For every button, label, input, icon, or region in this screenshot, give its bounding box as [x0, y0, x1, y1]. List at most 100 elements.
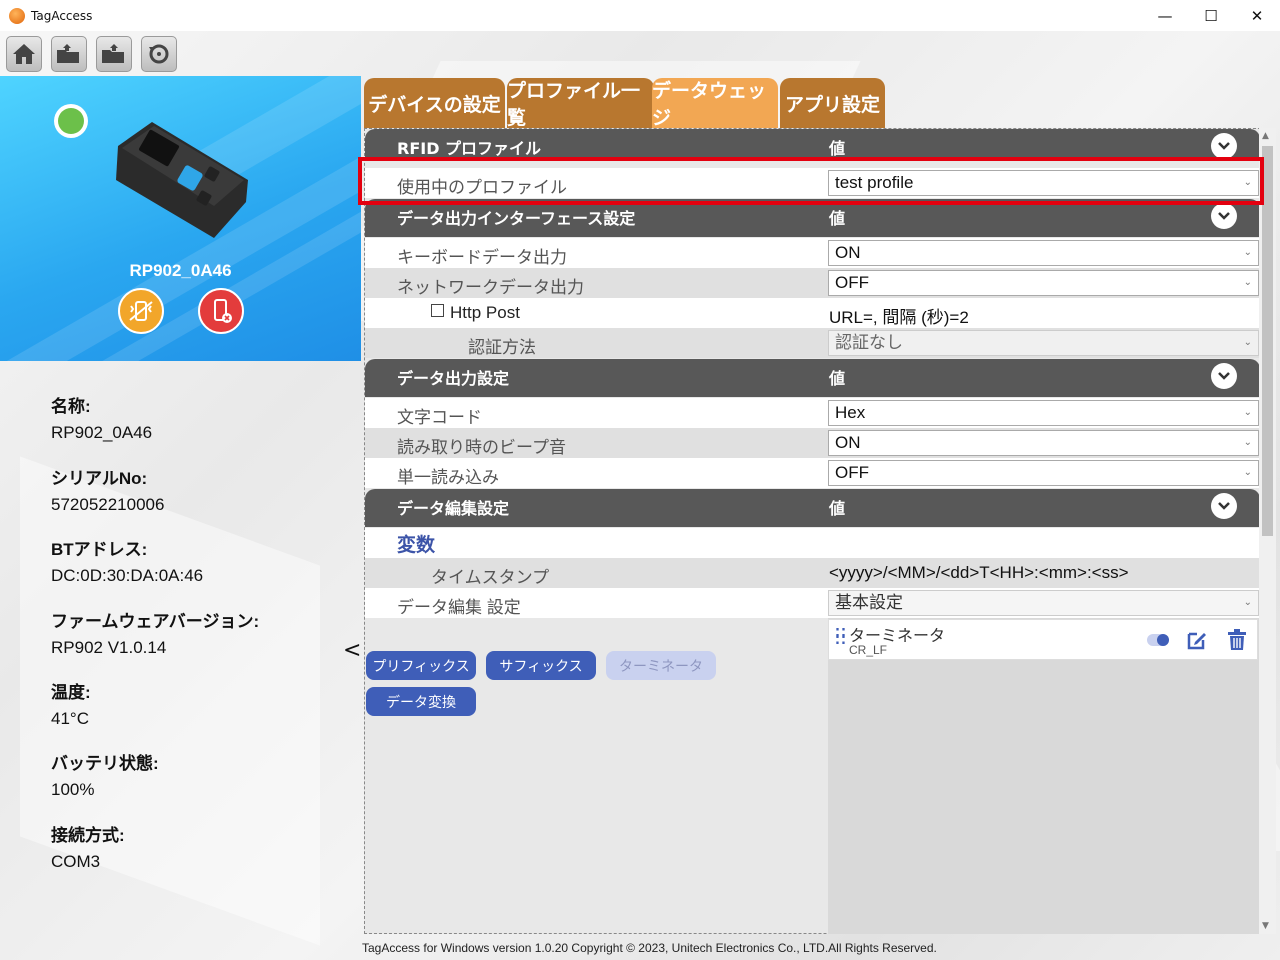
section-value-header: 値	[829, 139, 846, 158]
tab-device-settings[interactable]: デバイスの設定	[364, 78, 505, 128]
row-http-post: Http Post URL=, 間隔 (秒)=2	[365, 298, 1260, 328]
chevron-down-icon	[1218, 372, 1230, 380]
info-firmware: ファームウェアバージョン: RP902 V1.0.14	[51, 607, 259, 658]
row-keyboard-output: キーボードデータ出力 ON ⌄	[365, 238, 1260, 268]
save-folder-button[interactable]	[96, 36, 132, 72]
http-post-summary: URL=, 間隔 (秒)=2	[829, 308, 969, 327]
tab-profile-list[interactable]: プロファイル一覧	[507, 78, 654, 129]
rfid-reader-device-image	[116, 122, 248, 238]
info-label: 接続方式:	[51, 826, 125, 845]
chevron-down-icon	[1218, 502, 1230, 510]
section-title: データ出力設定	[397, 369, 510, 388]
info-temperature: 温度: 41°C	[51, 678, 91, 729]
row-label: タイムスタンプ	[431, 568, 550, 587]
auth-method-select[interactable]: 認証なし ⌄	[828, 330, 1259, 356]
status-dot-fill	[58, 108, 84, 134]
row-single-read: 単一読み込み OFF ⌄	[365, 458, 1260, 488]
terminator-button[interactable]: ターミネータ	[606, 651, 716, 680]
section-value-header: 値	[829, 209, 846, 228]
section-value-header: 値	[829, 499, 846, 518]
app-logo-icon	[9, 7, 25, 24]
highlight-box	[358, 157, 1264, 205]
folder-open-icon	[57, 44, 79, 63]
scroll-down-icon[interactable]: ▼	[1262, 921, 1269, 931]
vertical-scrollbar[interactable]: ▲ ▼	[1259, 128, 1276, 934]
row-label: ネットワークデータ出力	[397, 278, 584, 297]
select-value: 認証なし	[835, 333, 903, 352]
dropdown-caret-icon: ⌄	[1243, 437, 1252, 448]
chevron-down-icon	[1218, 212, 1230, 220]
select-value: ON	[835, 433, 861, 452]
keyboard-output-select[interactable]: ON ⌄	[828, 240, 1259, 266]
tab-app-settings[interactable]: アプリ設定	[780, 78, 885, 128]
variables-title: 変数	[397, 534, 436, 556]
network-output-select[interactable]: OFF ⌄	[828, 270, 1259, 296]
row-edit-setting: データ編集 設定 基本設定 ⌄	[365, 588, 1260, 618]
row-label: Http Post	[450, 303, 520, 322]
maximize-button[interactable]: ☐	[1188, 0, 1234, 31]
title-bar: TagAccess — ☐ ✕	[0, 0, 1280, 31]
vibrate-button[interactable]	[118, 288, 164, 334]
collapse-sidebar-button[interactable]: <	[343, 638, 361, 663]
data-convert-button[interactable]: データ変換	[366, 687, 476, 716]
tab-data-wedge[interactable]: データウェッジ	[652, 78, 778, 129]
close-button[interactable]: ✕	[1234, 0, 1280, 31]
section-data-edit: データ編集設定 値	[365, 489, 1260, 527]
beep-select[interactable]: ON ⌄	[828, 430, 1259, 456]
row-label: データ編集 設定	[397, 598, 521, 617]
minimize-button[interactable]: —	[1142, 0, 1188, 31]
trash-icon[interactable]	[1227, 629, 1247, 651]
prefix-button[interactable]: プリフィックス	[366, 651, 476, 680]
refresh-button[interactable]	[141, 36, 177, 72]
section-title: RFID プロファイル	[397, 139, 542, 158]
info-label: シリアルNo:	[51, 469, 148, 488]
row-auth-method: 認証方法 認証なし ⌄	[365, 328, 1260, 358]
terminator-rule-item[interactable]: ⁚⁚ ⁚⁚ ターミネータ CR_LF	[828, 619, 1258, 660]
home-button[interactable]	[6, 36, 42, 72]
edit-rule-list	[828, 618, 1259, 934]
select-value: OFF	[835, 463, 869, 482]
scroll-up-icon[interactable]: ▲	[1262, 131, 1269, 141]
toggle-knob	[1157, 634, 1169, 646]
section-collapse-button[interactable]	[1211, 493, 1237, 519]
section-rfid-profile: RFID プロファイル 値	[365, 129, 1260, 159]
http-post-option[interactable]: Http Post	[431, 303, 520, 323]
section-collapse-button[interactable]	[1211, 363, 1237, 389]
char-code-select[interactable]: Hex ⌄	[828, 400, 1259, 426]
suffix-button[interactable]: サフィックス	[486, 651, 596, 680]
row-label: 読み取り時のビープ音	[397, 438, 566, 457]
disconnect-button[interactable]	[198, 288, 244, 334]
maximize-icon: ☐	[1204, 6, 1218, 25]
dropdown-caret-icon: ⌄	[1243, 597, 1252, 608]
single-read-select[interactable]: OFF ⌄	[828, 460, 1259, 486]
row-network-output: ネットワークデータ出力 OFF ⌄	[365, 268, 1260, 298]
edit-setting-select[interactable]: 基本設定 ⌄	[828, 590, 1259, 616]
minimize-icon: —	[1157, 6, 1173, 25]
device-name: RP902_0A46	[129, 261, 232, 280]
info-connection: 接続方式: COM3	[51, 821, 125, 872]
info-serial: シリアルNo: 572052210006	[51, 464, 164, 515]
home-icon	[13, 44, 35, 64]
select-value: OFF	[835, 273, 869, 292]
http-post-checkbox[interactable]	[431, 304, 444, 317]
dropdown-caret-icon: ⌄	[1243, 337, 1252, 348]
vibrate-off-icon	[129, 301, 153, 321]
close-icon: ✕	[1250, 6, 1264, 25]
row-char-code: 文字コード Hex ⌄	[365, 398, 1260, 428]
dropdown-caret-icon: ⌄	[1243, 247, 1252, 258]
section-collapse-button[interactable]	[1211, 203, 1237, 229]
info-value: 41°C	[51, 709, 89, 728]
info-label: 名称:	[51, 397, 91, 416]
folder-save-icon	[102, 44, 124, 63]
drag-handle-icon[interactable]: ⁚⁚ ⁚⁚	[835, 628, 847, 647]
info-label: 温度:	[51, 683, 91, 702]
section-collapse-button[interactable]	[1211, 133, 1237, 159]
edit-icon[interactable]	[1186, 629, 1208, 651]
open-folder-button[interactable]	[51, 36, 87, 72]
info-bt-address: BTアドレス: DC:0D:30:DA:0A:46	[51, 535, 203, 586]
chevron-down-icon	[1218, 142, 1230, 150]
info-battery: バッテリ状態: 100%	[51, 749, 159, 800]
rule-enabled-toggle[interactable]	[1147, 634, 1169, 646]
refresh-icon	[149, 44, 169, 64]
dropdown-caret-icon: ⌄	[1243, 467, 1252, 478]
